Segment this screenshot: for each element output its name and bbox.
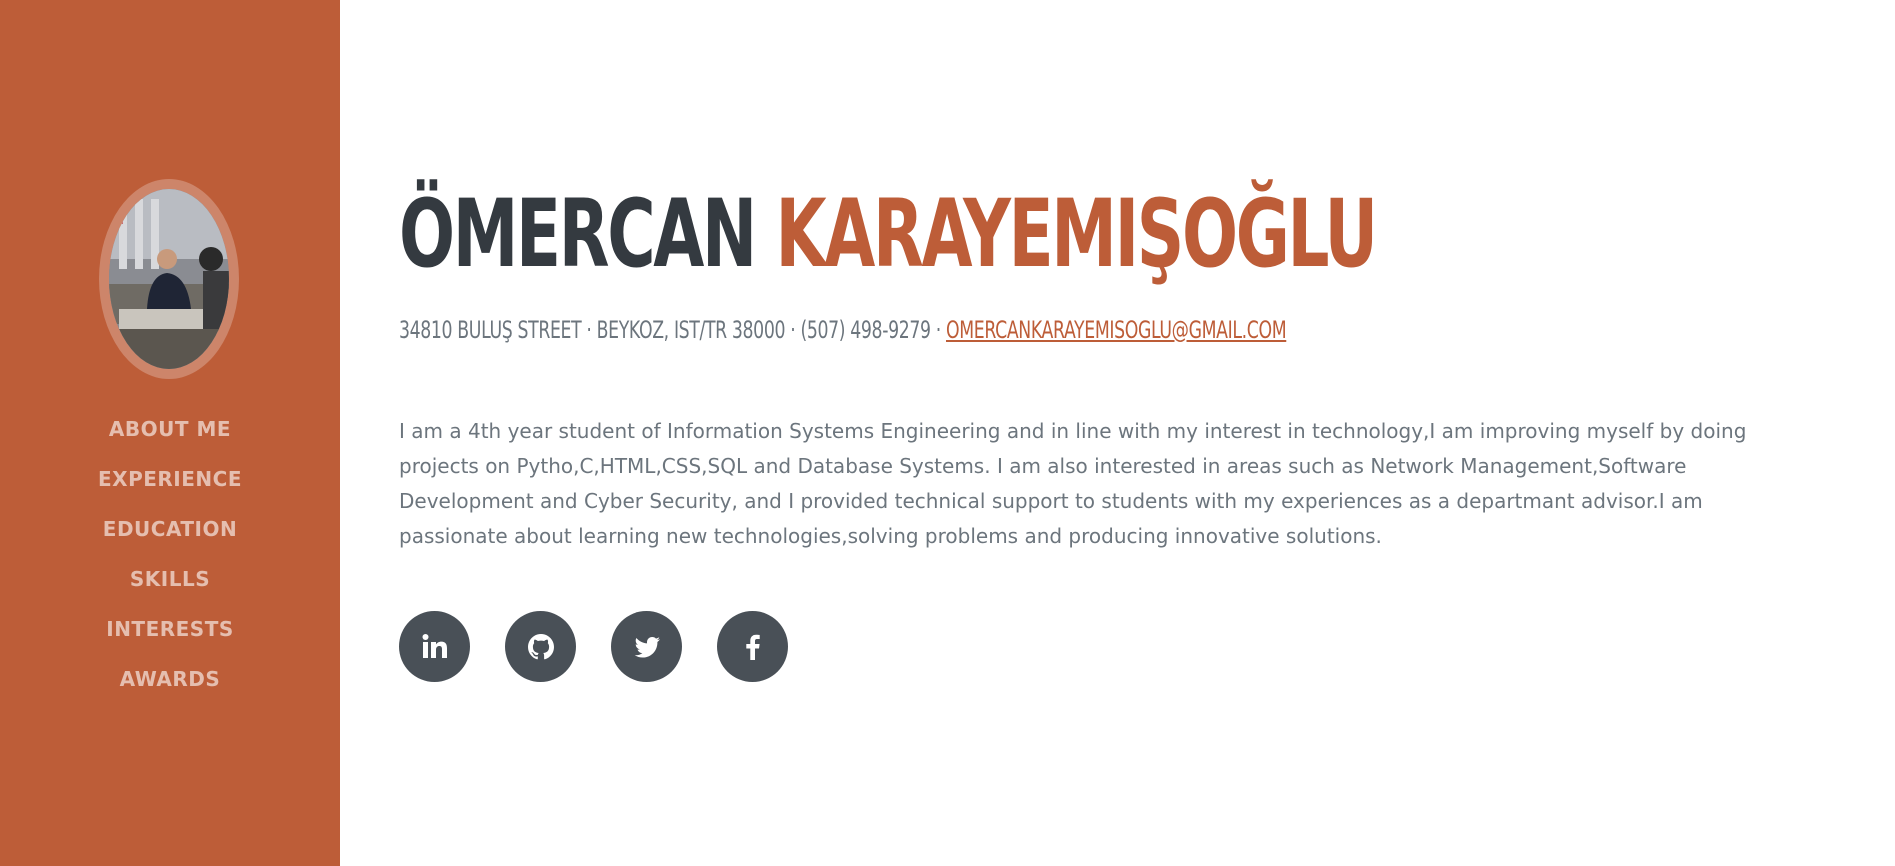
nav-link-education[interactable]: EDUCATION bbox=[103, 517, 237, 541]
nav-link-about[interactable]: ABOUT ME bbox=[109, 417, 231, 441]
contact-line: 34810 BULUŞ STREET · BEYKOZ, IST/TR 3800… bbox=[399, 314, 1287, 346]
sidebar-nav: ABOUT ME EXPERIENCE EDUCATION SKILLS INT… bbox=[0, 404, 340, 704]
twitter-icon bbox=[634, 636, 660, 657]
email-link[interactable]: OMERCANKARAYEMISOGLU@GMAIL.COM bbox=[946, 316, 1287, 344]
social-icons bbox=[399, 611, 788, 682]
twitter-button[interactable] bbox=[611, 611, 682, 682]
bio-text: I am a 4th year student of Information S… bbox=[399, 419, 1747, 548]
github-icon bbox=[527, 633, 554, 659]
nav-item-experience: EXPERIENCE bbox=[0, 454, 340, 504]
sidebar: ABOUT ME EXPERIENCE EDUCATION SKILLS INT… bbox=[0, 0, 340, 866]
first-name: ÖMERCAN bbox=[399, 180, 757, 289]
nav-link-awards[interactable]: AWARDS bbox=[120, 667, 221, 691]
facebook-button[interactable] bbox=[717, 611, 788, 682]
nav-item-education: EDUCATION bbox=[0, 504, 340, 554]
profile-avatar-ring bbox=[99, 179, 239, 379]
nav-link-skills[interactable]: SKILLS bbox=[130, 567, 210, 591]
linkedin-icon bbox=[422, 633, 447, 658]
nav-item-skills: SKILLS bbox=[0, 554, 340, 604]
github-button[interactable] bbox=[505, 611, 576, 682]
nav-item-interests: INTERESTS bbox=[0, 604, 340, 654]
linkedin-button[interactable] bbox=[399, 611, 470, 682]
profile-photo bbox=[109, 189, 229, 369]
last-name: KARAYEMIŞOĞLU bbox=[775, 180, 1378, 289]
nav-link-interests[interactable]: INTERESTS bbox=[106, 617, 234, 641]
nav-link-experience[interactable]: EXPERIENCE bbox=[98, 467, 242, 491]
nav-item-awards: AWARDS bbox=[0, 654, 340, 704]
facebook-icon bbox=[745, 634, 760, 660]
profile-name: ÖMERCAN KARAYEMIŞOĞLU bbox=[399, 180, 1378, 290]
address-text: 34810 BULUŞ STREET · BEYKOZ, IST/TR 3800… bbox=[399, 316, 946, 344]
nav-item-about: ABOUT ME bbox=[0, 404, 340, 454]
